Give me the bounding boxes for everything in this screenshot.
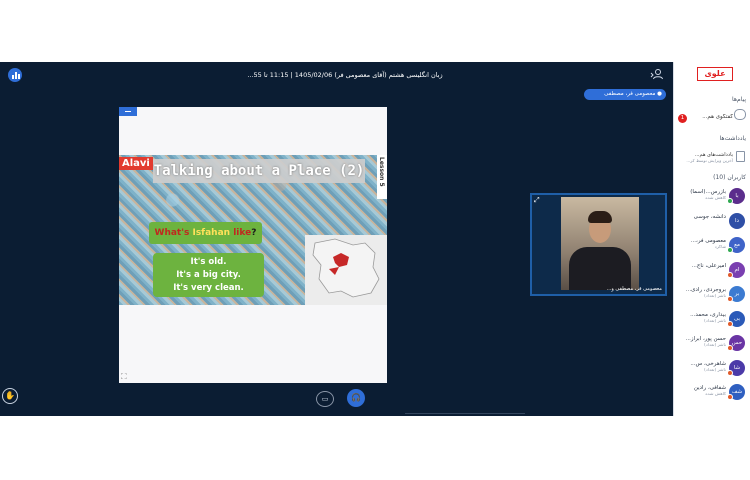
user-status: کاهش شده — [705, 392, 726, 397]
user-status-dot — [727, 296, 733, 302]
user-list-item[interactable]: بر بروجردی، رادی... ناشر (تعداد) — [674, 284, 750, 308]
meeting-app: زبان انگلیسی هشتم (آقای معصومی فر) 1405/… — [0, 62, 750, 416]
question-part-2: Isfahan — [189, 228, 234, 238]
notes-icon — [736, 151, 745, 162]
slide-title: Talking about a Place (2) — [153, 159, 365, 183]
public-chat-item[interactable]: گفتگوی هم... — [689, 114, 733, 120]
user-status-dot — [727, 369, 733, 376]
avatar: دا — [729, 212, 745, 229]
user-status-dot — [727, 320, 733, 327]
question-part-1: What's — [154, 228, 190, 238]
meeting-title: زبان انگلیسی هشتم (آقای معصومی فر) 1405/… — [247, 71, 443, 79]
user-list-item[interactable]: ام امیرعلی، ناج... — [674, 260, 750, 284]
user-status: ناشر (تعداد) — [704, 343, 726, 348]
slide-brand-tag: Alavi — [119, 157, 153, 170]
question-part-4: ? — [251, 228, 257, 238]
alavi-logo: علوی — [697, 67, 733, 81]
user-status-dot — [727, 345, 733, 351]
answer-line: It's old. — [190, 257, 227, 267]
user-list-item[interactable]: حس حسن پور، ابراز... ناشر (تعداد) — [674, 333, 750, 357]
user-name: معصومی فر،... — [690, 238, 726, 244]
answer-line: It's very clean. — [173, 283, 244, 293]
question-box: What's Isfahan like? — [149, 222, 262, 244]
presentation-area[interactable]: Alavi Talking about a Place (2) Lesson 5… — [119, 107, 387, 383]
notes-heading: یادداشت‌ها — [719, 135, 746, 142]
top-bar: زبان انگلیسی هشتم (آقای معصومی فر) 1405/… — [0, 62, 673, 88]
user-list-item[interactable]: شا شاهرخی، س... ناشر (تعداد) — [674, 358, 750, 382]
chat-icon — [734, 109, 746, 120]
notes-last-edit: آخرین ویرایش توسط کر... — [686, 158, 733, 163]
user-name: بروجردی، رادی... — [685, 287, 726, 293]
user-status: ناشر (تعداد) — [704, 367, 726, 373]
slide: Alavi Talking about a Place (2) Lesson 5… — [119, 155, 387, 305]
presenter-name: معصومی فر، مصطفی — [604, 91, 656, 97]
user-status: ناشر (تعداد) — [704, 294, 726, 299]
user-list-item[interactable]: دا دانشه، جوسی — [674, 211, 750, 235]
lesson-tag: Lesson 5 — [377, 155, 387, 199]
lesson-tag-label: Lesson 5 — [378, 157, 385, 187]
hand-icon[interactable]: ✋ — [2, 388, 18, 404]
stats-icon[interactable] — [8, 68, 22, 82]
webcam-user-label: معصومی فر، مصطفی و... — [606, 286, 662, 292]
user-status-dot — [727, 198, 733, 204]
screen-share-icon[interactable]: ▭ — [316, 391, 334, 407]
user-list-item[interactable]: با بازرس...(اسما) کاهش شده — [674, 186, 750, 210]
webcam-video — [561, 197, 639, 290]
user-status: شاگرد — [714, 245, 726, 250]
user-status: ناشر (تعداد) — [704, 318, 726, 324]
user-name: بیداری، محمد... — [690, 311, 726, 318]
user-name: بازرس...(اسما) — [690, 189, 726, 195]
iran-map-image — [305, 235, 387, 305]
headphones-icon[interactable]: 🎧 — [347, 389, 365, 407]
user-name: حسن پور، ابراز... — [685, 336, 726, 342]
question-part-3: like — [233, 228, 252, 238]
answer-box: It's old. It's a big city. It's very cle… — [153, 253, 264, 297]
user-status-dot — [727, 271, 733, 278]
user-list-item[interactable]: بی بیداری، محمد... ناشر (تعداد) — [674, 309, 750, 333]
answer-line: It's a big city. — [176, 270, 241, 280]
presenter-badge: ● معصومی فر، مصطفی — [584, 89, 666, 100]
user-list-item[interactable]: مع معصومی فر،... شاگرد — [674, 235, 750, 259]
divider — [405, 413, 525, 414]
user-name: شاهرخی، س... — [690, 360, 726, 367]
user-name: دانشه، جوسی — [693, 213, 726, 220]
chat-unread-badge: 1 — [678, 114, 687, 123]
messages-heading: پیام‌ها — [731, 96, 746, 103]
users-heading: کاربران (10) — [713, 174, 746, 181]
user-status-dot — [727, 394, 733, 400]
sidebar: علوی پیام‌ها 1 گفتگوی هم... یادداشت‌ها ی… — [673, 62, 750, 416]
user-toggle-icon[interactable] — [650, 68, 666, 82]
user-status: کاهش شده — [705, 196, 726, 201]
minimize-presentation-button[interactable] — [119, 107, 137, 116]
webcam-tile[interactable]: ⤢ معصومی فر، مصطفی و... — [530, 193, 667, 296]
user-name: شفافی، رادین — [693, 385, 726, 391]
fullscreen-icon[interactable]: ⛶ — [121, 372, 130, 381]
user-name: امیرعلی، ناج... — [691, 262, 726, 269]
user-list-item[interactable]: شف شفافی، رادین کاهش شده — [674, 382, 750, 406]
mic-icon: ● — [655, 91, 662, 97]
expand-icon[interactable]: ⤢ — [534, 196, 540, 205]
user-status-dot — [727, 247, 733, 253]
